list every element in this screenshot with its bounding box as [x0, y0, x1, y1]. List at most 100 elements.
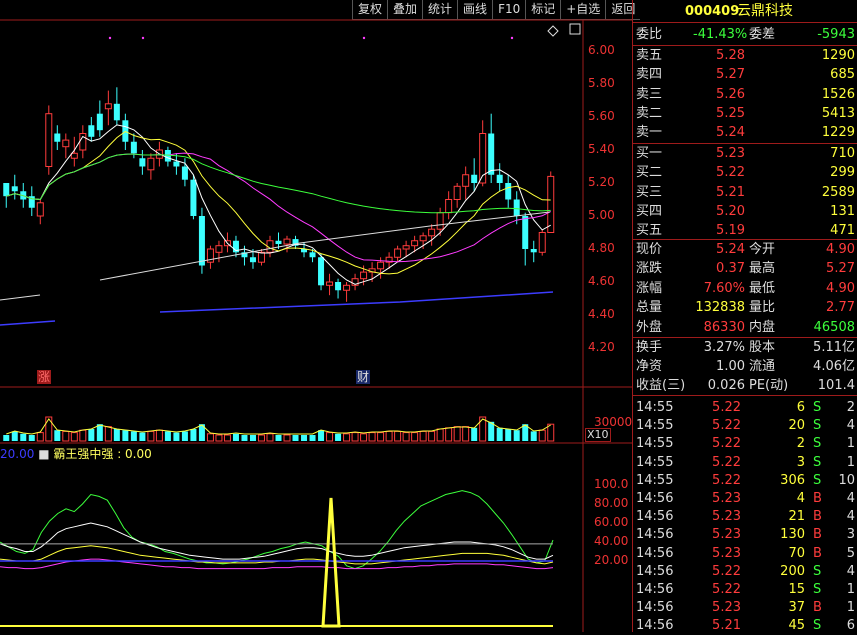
candle-body — [488, 133, 495, 175]
bid-row: 买一 5.23 710 — [633, 144, 857, 163]
price-tick-label: 5.80 — [588, 76, 615, 90]
price-tick-label: 4.60 — [588, 274, 615, 288]
panel-cell: 5.22 — [712, 400, 741, 415]
volume-bar — [538, 429, 546, 442]
panel-cell: 7.60% — [703, 280, 745, 296]
panel-cell: 1 — [846, 454, 855, 470]
panel-cell: 3 — [846, 527, 855, 543]
volume-bar — [436, 428, 444, 442]
panel-cell: 3.27% — [703, 340, 745, 355]
volume-bar — [139, 432, 146, 441]
panel-cell: 现价 — [636, 242, 663, 257]
panel-cell: 4 — [846, 563, 855, 579]
volume-bars-group — [3, 416, 555, 442]
quote-row: 现价 5.24 今开 4.90 — [633, 240, 857, 259]
volume-bar — [147, 430, 155, 442]
finance-marker[interactable]: 财 — [356, 370, 371, 384]
candle-body — [104, 103, 112, 110]
panel-cell: 4.90 — [826, 280, 855, 296]
volume-bar — [266, 433, 274, 442]
panel-cell: 卖四 — [636, 67, 663, 83]
panel-cell: 5.22 — [712, 454, 741, 470]
panel-cell: 5.22 — [712, 582, 741, 597]
candle-body — [215, 245, 223, 253]
indicator-tick-label: 100.0 — [594, 477, 629, 491]
kline-chart[interactable] — [0, 0, 632, 632]
diamond-icon[interactable] — [547, 25, 559, 37]
panel-cell: PE(动) — [749, 378, 789, 394]
indicator-green-line — [0, 490, 554, 570]
panel-cell: 5.23 — [712, 509, 741, 525]
volume-bar — [368, 432, 376, 442]
panel-cell: S — [813, 400, 822, 415]
volume-bar — [309, 435, 316, 441]
candle-body — [198, 216, 205, 266]
panel-cell: 710 — [830, 146, 855, 161]
panel-cell: 5.22 — [712, 563, 741, 579]
price-tick-label: 4.40 — [588, 307, 615, 321]
volume-bar — [3, 435, 10, 441]
candle-body — [283, 238, 291, 245]
candle-body — [36, 202, 44, 217]
bid-row: 买四 5.20 131 — [633, 202, 857, 221]
volume-bar — [113, 429, 120, 441]
panel-cell: 6 — [796, 400, 805, 415]
panel-cell: 5.21 — [712, 618, 741, 634]
weibi-row: 委比 -41.43% 委差 -5943 — [633, 25, 857, 44]
weicha-value: -5943 — [817, 27, 855, 42]
panel-cell: 10 — [838, 472, 855, 488]
candle-body — [54, 133, 61, 142]
panel-cell: 买四 — [636, 203, 663, 219]
panel-cell: 5.22 — [712, 418, 741, 434]
ask-row: 卖五 5.28 1290 — [633, 46, 857, 65]
volume-bar — [173, 432, 180, 441]
candle-body — [249, 257, 256, 263]
panel-cell: 2589 — [821, 184, 855, 200]
panel-cell: S — [813, 436, 822, 452]
volume-bar — [385, 430, 393, 442]
panel-cell: 流通 — [749, 359, 776, 375]
ask-row: 卖二 5.25 5413 — [633, 104, 857, 123]
bid-row: 买二 5.22 299 — [633, 163, 857, 182]
panel-cell: 1290 — [821, 48, 855, 63]
candle-body — [428, 228, 436, 237]
panel-cell: 1526 — [821, 86, 855, 102]
volume-bar — [88, 429, 95, 441]
volume-bar — [223, 434, 231, 442]
indicator-tick-label: 20.00 — [594, 553, 629, 567]
quote-row: 涨跌 0.37 最高 5.27 — [633, 259, 857, 278]
volume-bar — [326, 432, 334, 442]
volume-bar — [462, 426, 470, 442]
candle-body — [436, 212, 444, 230]
info-row: 净资 1.00 流通 4.06亿 — [633, 357, 857, 376]
volume-bar — [283, 434, 291, 442]
info-row: 换手 3.27% 股本 5.11亿 — [633, 338, 857, 357]
panel-cell: 4.90 — [826, 242, 855, 257]
panel-cell: 买一 — [636, 146, 663, 161]
panel-cell: 14:55 — [636, 472, 674, 488]
candle-body — [411, 240, 419, 247]
volume-bar — [96, 424, 103, 441]
panel-cell: S — [813, 454, 822, 470]
signal-dot — [141, 36, 145, 40]
stock-code: 000409 — [685, 4, 740, 19]
volume-bar — [155, 429, 163, 442]
candle-body — [318, 257, 325, 286]
limit-up-marker[interactable]: 涨 — [37, 370, 52, 384]
collapse-box-icon[interactable] — [569, 23, 581, 35]
tick-row: 14:56 5.21 45 S 6 — [633, 616, 857, 635]
panel-cell: 20 — [788, 418, 805, 434]
candle-body — [496, 174, 503, 183]
panel-cell: 5.23 — [712, 491, 741, 506]
panel-cell: 0.026 — [707, 378, 745, 394]
candle-body — [462, 174, 470, 187]
quote-row: 涨幅 7.60% 最低 4.90 — [633, 279, 857, 298]
candle-body — [530, 249, 537, 253]
panel-cell: 306 — [780, 472, 805, 488]
panel-cell: 200 — [780, 563, 805, 579]
info-row: 收益(三) 0.026 PE(动) 101.4 — [633, 376, 857, 395]
candle-body — [96, 113, 103, 131]
volume-bar — [377, 432, 385, 442]
panel-cell: 卖二 — [636, 105, 663, 121]
panel-cell: 4 — [846, 418, 855, 434]
